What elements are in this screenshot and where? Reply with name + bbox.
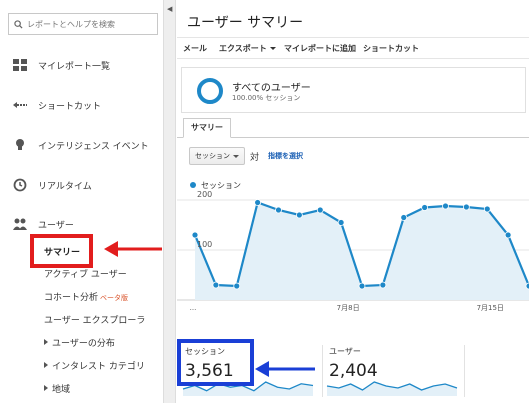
metric-select[interactable]: セッション [189,147,245,165]
sidebar-subitem-label: コホート分析 [44,293,99,303]
sidebar-subitem-user-explorer[interactable]: ユーザー エクスプローラ [44,313,145,326]
segment-percent: 100.00% セッション [232,94,301,102]
sidebar-item-label: リアルタイム [38,181,92,192]
data-point [191,231,199,239]
chevron-down-icon [233,155,239,158]
sidebar-subitem-label: ユーザーの分布 [52,339,115,349]
sidebar-item-users[interactable]: ユーザー [0,214,164,234]
segment-ring-icon [197,78,223,104]
sidebar-subitem-cohort[interactable]: コホート分析 ベータ版 [44,290,128,303]
data-point [337,219,345,226]
sidebar-item-intelligence[interactable]: インテリジェンス イベント [0,135,164,155]
collapse-arrow-icon: ◀ [167,5,173,13]
sidebar-subitem-label: インタレスト カテゴリ [52,362,145,372]
sidebar-subitem-label: 地域 [52,385,71,395]
sparkline-area [327,382,457,396]
expand-arrow-icon [44,339,48,345]
blue-arrow [255,361,315,377]
sidebar-subitem-summary[interactable]: サマリー [44,245,80,258]
sidebar: マイレポート一覧 ショートカット インテリジェンス イベント リアルタイム ユー… [0,0,164,403]
metric-card-users[interactable]: ユーザー 2,404 [323,342,463,400]
email-button[interactable]: メール [183,43,207,54]
data-point [421,204,429,211]
metric-select-value: セッション [195,152,230,160]
x-tick-label: 7月8日 [337,304,360,312]
data-point [212,281,220,289]
page-title: ユーザー サマリー [187,15,304,31]
data-point [233,282,241,290]
shortcut-arrow-icon [13,102,27,108]
sidebar-item-label: ユーザー [38,220,74,231]
search-icon [14,19,23,29]
users-icon [13,218,27,230]
vs-label: 対 [250,153,260,163]
x-tick-label: 7月15日 [477,304,504,312]
sidebar-item-shortcuts[interactable]: ショートカット [0,95,164,115]
card-divider [464,345,465,397]
search-box[interactable] [8,13,158,35]
export-button[interactable]: エクスポート [219,43,276,54]
red-arrow [104,241,162,257]
sidebar-subitem-active-users[interactable]: アクティブ ユーザー [44,267,127,280]
data-point [504,231,512,239]
lightbulb-icon [16,139,24,150]
data-point [275,206,282,214]
data-point [483,205,491,213]
sidebar-subitem-geo[interactable]: 地域 [44,382,70,395]
data-point [400,214,408,221]
segment-name: すべてのユーザー [232,83,311,94]
export-label: エクスポート [219,44,267,53]
data-point [379,281,387,289]
data-point [295,211,303,219]
highlight-box-sessions [177,339,254,386]
sidebar-subitem-demographics[interactable]: ユーザーの分布 [44,336,115,349]
sidebar-item-my-reports[interactable]: マイレポート一覧 [0,55,164,75]
data-point [442,202,449,210]
sidebar-collapse-toggle[interactable]: ◀ [164,0,176,403]
legend-label: セッション [201,181,241,190]
sidebar-subitem-interests[interactable]: インタレスト カテゴリ [44,359,145,372]
tab-summary[interactable]: サマリー [183,118,231,138]
search-input[interactable] [27,19,152,29]
grid-icon [13,59,27,71]
segment-card[interactable]: すべてのユーザー 100.00% セッション [181,67,526,113]
sidebar-item-label: ショートカット [38,101,102,112]
add-to-dashboard-button[interactable]: マイレポートに追加 [284,43,356,54]
data-point [358,282,366,290]
sidebar-item-label: インテリジェンス イベント [38,141,149,152]
expand-arrow-icon [44,385,48,391]
x-tick-label: ... [190,304,197,312]
toolbar: メール エクスポート マイレポートに追加 ショートカット [177,37,529,59]
data-point [316,206,324,214]
sidebar-item-realtime[interactable]: リアルタイム [0,175,164,195]
y-tick-label: 100 [197,240,212,249]
chevron-down-icon [269,47,276,50]
clock-icon [13,178,27,192]
beta-badge: ベータ版 [100,294,129,302]
expand-arrow-icon [44,362,48,368]
card-label: ユーザー [329,347,361,356]
sessions-line-chart: 200 100... 7月8日 7月15日 [177,190,529,312]
data-point [254,199,262,206]
select-metric-link[interactable]: 指標を選択 [268,151,303,161]
shortcut-button[interactable]: ショートカット [363,43,419,54]
sidebar-item-label: マイレポート一覧 [38,61,111,72]
data-point [462,203,470,211]
y-tick-label: 200 [197,190,212,199]
users-sparkline [326,381,458,396]
legend-dot-icon [190,182,196,188]
